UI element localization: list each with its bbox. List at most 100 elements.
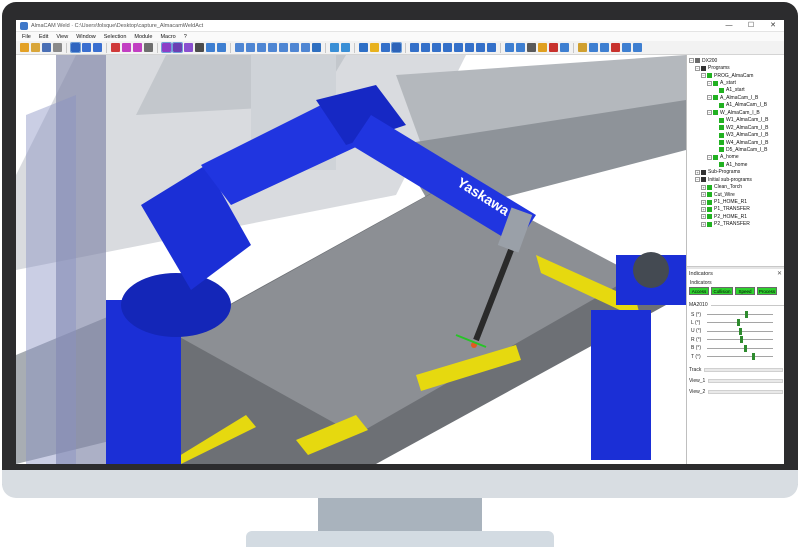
calibrate-icon[interactable] bbox=[487, 43, 496, 52]
redo-icon[interactable] bbox=[93, 43, 102, 52]
menu-macro[interactable]: Macro bbox=[160, 34, 175, 40]
tree-item[interactable]: + P1_TRANSFER bbox=[687, 206, 784, 213]
indicators-close-button[interactable]: ✕ bbox=[777, 270, 782, 277]
collapse-icon[interactable]: − bbox=[689, 58, 694, 64]
expand-icon[interactable]: + bbox=[701, 192, 706, 198]
reach-icon[interactable] bbox=[432, 43, 441, 52]
robot-cell-scene[interactable]: Yaskawa bbox=[16, 55, 686, 464]
bulb-icon[interactable] bbox=[370, 43, 379, 52]
tree-item[interactable]: + P1_HOME_R1 bbox=[687, 198, 784, 205]
view-right-icon[interactable] bbox=[268, 43, 277, 52]
axis-slider[interactable] bbox=[707, 327, 773, 335]
select-solid-icon[interactable] bbox=[161, 42, 172, 53]
pan-icon[interactable] bbox=[195, 43, 204, 52]
cut-icon[interactable] bbox=[111, 43, 120, 52]
new-file-icon[interactable] bbox=[20, 43, 29, 52]
robot-icon[interactable] bbox=[381, 43, 390, 52]
axis-slider[interactable] bbox=[707, 311, 773, 318]
rotate-icon[interactable] bbox=[122, 43, 131, 52]
tool-frame-icon[interactable] bbox=[421, 43, 430, 52]
tree-item[interactable]: − PROG_AlmaCam bbox=[687, 72, 784, 79]
target-icon[interactable] bbox=[341, 43, 350, 52]
save-icon[interactable] bbox=[42, 43, 51, 52]
step-forward-icon[interactable] bbox=[516, 43, 525, 52]
welding-torch-icon[interactable] bbox=[359, 43, 368, 52]
tree-item[interactable]: W2_AlmaCam_I_B bbox=[687, 124, 784, 131]
tree-item[interactable]: + Cut_Wire bbox=[687, 191, 784, 198]
status-process[interactable]: Process bbox=[757, 287, 777, 295]
move-icon[interactable] bbox=[133, 43, 142, 52]
tree-item[interactable]: W1_AlmaCam_I_B bbox=[687, 117, 784, 124]
group-view-1[interactable]: View_1 bbox=[689, 377, 783, 385]
axis-slider[interactable] bbox=[707, 319, 773, 327]
tree-item[interactable]: + Sub-Programs bbox=[687, 169, 784, 176]
print-icon[interactable] bbox=[53, 43, 62, 52]
tree-item[interactable]: − A_home bbox=[687, 154, 784, 161]
menu-view[interactable]: View bbox=[56, 34, 68, 40]
tree-item[interactable]: W4_AlmaCam_I_B bbox=[687, 139, 784, 146]
slider-thumb[interactable] bbox=[745, 311, 749, 318]
tree-item[interactable]: − DX200 bbox=[687, 57, 784, 64]
fit-icon[interactable] bbox=[184, 43, 193, 52]
collapse-icon[interactable]: − bbox=[707, 80, 712, 86]
expand-icon[interactable]: + bbox=[701, 214, 706, 220]
zoom-in-icon[interactable] bbox=[206, 43, 215, 52]
view-front-icon[interactable] bbox=[235, 43, 244, 52]
axis-slider[interactable] bbox=[707, 344, 773, 352]
step-back-icon[interactable] bbox=[505, 43, 514, 52]
tree-item[interactable]: A1_home bbox=[687, 161, 784, 168]
collapse-icon[interactable]: − bbox=[695, 65, 700, 71]
grid-icon[interactable] bbox=[391, 42, 402, 53]
tree-item[interactable]: + P2_HOME_R1 bbox=[687, 213, 784, 220]
undo-icon[interactable] bbox=[82, 43, 91, 52]
tree-item[interactable]: − A_AlmaCam_I_B bbox=[687, 94, 784, 101]
minimize-button[interactable]: — bbox=[718, 20, 740, 32]
post-processor-icon[interactable] bbox=[589, 43, 598, 52]
maximize-button[interactable]: ☐ bbox=[740, 20, 762, 32]
status-collision[interactable]: Collision bbox=[711, 287, 733, 295]
expand-icon[interactable]: + bbox=[701, 199, 706, 205]
path-icon[interactable] bbox=[443, 43, 452, 52]
axis-slider[interactable] bbox=[707, 336, 773, 344]
view-iso-icon[interactable] bbox=[301, 43, 310, 52]
collapse-icon[interactable]: − bbox=[707, 95, 712, 101]
delete-icon[interactable] bbox=[611, 43, 620, 52]
pointer-icon[interactable] bbox=[70, 42, 81, 53]
slider-thumb[interactable] bbox=[743, 344, 747, 352]
expand-icon[interactable]: + bbox=[695, 169, 700, 175]
stop-icon[interactable] bbox=[549, 43, 558, 52]
view-bottom-icon[interactable] bbox=[290, 43, 299, 52]
slider-thumb[interactable] bbox=[738, 327, 742, 335]
expand-icon[interactable]: + bbox=[701, 184, 706, 190]
slider-thumb[interactable] bbox=[751, 353, 755, 360]
settings-icon[interactable] bbox=[600, 43, 609, 52]
help-icon[interactable] bbox=[633, 43, 642, 52]
tree-item[interactable]: + P2_TRANSFER bbox=[687, 221, 784, 228]
menu-window[interactable]: Window bbox=[76, 34, 96, 40]
tree-item[interactable]: − A_start bbox=[687, 79, 784, 86]
collapse-icon[interactable]: − bbox=[707, 110, 712, 116]
sweep-icon[interactable] bbox=[144, 43, 153, 52]
align-icon[interactable] bbox=[410, 43, 419, 52]
zoom-out-icon[interactable] bbox=[217, 43, 226, 52]
menu-help[interactable]: ? bbox=[184, 34, 187, 40]
status-speed[interactable]: Speed bbox=[735, 287, 755, 295]
panel-splitter[interactable] bbox=[687, 266, 784, 269]
3d-viewport[interactable]: Yaskawa bbox=[16, 55, 686, 464]
tree-item[interactable]: − Initial sub-programs bbox=[687, 176, 784, 183]
menu-selection[interactable]: Selection bbox=[104, 34, 127, 40]
axis-slider[interactable] bbox=[707, 353, 773, 360]
group-track[interactable]: Track bbox=[689, 366, 783, 374]
view-left-icon[interactable] bbox=[257, 43, 266, 52]
select-face-icon[interactable] bbox=[172, 42, 183, 53]
collapse-icon[interactable]: − bbox=[695, 177, 700, 183]
tree-item[interactable]: A1_start bbox=[687, 87, 784, 94]
export-icon[interactable] bbox=[578, 43, 587, 52]
status-access[interactable]: Access bbox=[689, 287, 709, 295]
expand-icon[interactable]: + bbox=[701, 206, 706, 212]
collapse-icon[interactable]: − bbox=[707, 154, 712, 160]
expand-icon[interactable]: + bbox=[701, 221, 706, 227]
report-icon[interactable] bbox=[622, 43, 631, 52]
collision-icon[interactable] bbox=[465, 43, 474, 52]
simulate-icon[interactable] bbox=[330, 43, 339, 52]
